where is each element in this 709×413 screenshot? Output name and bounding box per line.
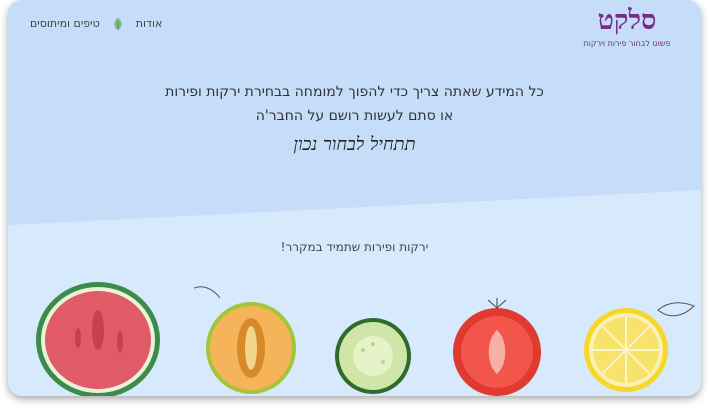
page-frame: סלקט פשוט לבחור פירות וירקות אודות טיפים… [8,0,701,396]
lemon-image[interactable] [584,302,695,392]
hero-intro: כל המידע שאתה צריך כדי להפוך למומחה בבחי… [8,80,701,162]
intro-line-1: כל המידע שאתה צריך כדי להפוך למומחה בבחי… [165,84,544,100]
site-header: סלקט פשוט לבחור פירות וירקות אודות טיפים… [8,0,701,60]
intro-script-heading: תתחיל לבחור נכון [293,134,416,155]
melon-image[interactable] [206,302,296,394]
nav-item-tips[interactable]: טיפים ומיתוסים [30,17,100,30]
section-subtitle: ירקות ופירות שתמיד במקרר! [280,240,429,254]
leaf-outline-icon [193,286,221,299]
fruit-row [8,270,701,396]
site-logo[interactable]: סלקט פשוט לבחור פירות וירקות [567,6,687,50]
cucumber-image[interactable] [335,318,411,394]
nav-item-about[interactable]: אודות [136,17,163,30]
watermelon-image[interactable] [36,282,160,396]
main-nav: אודות טיפים ומיתוסים [30,16,162,30]
leaf-icon [112,16,124,30]
logo-tagline: פשוט לבחור פירות וירקות [583,39,671,48]
logo-text: סלקט [597,5,657,36]
intro-line-2: או סתם לעשות רושם על החבר'ה [255,108,454,124]
tomato-image[interactable] [453,298,541,396]
